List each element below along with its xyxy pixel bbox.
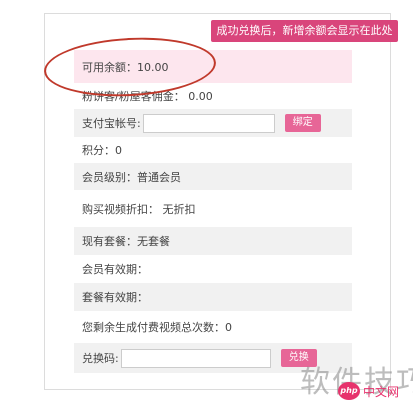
points-text: 积分：0 [82,144,122,157]
bind-button[interactable]: 绑定 [284,114,321,132]
plan-validity-text: 套餐有效期： [82,291,148,304]
alipay-label: 支付宝帐号: [82,117,141,130]
redeem-label: 兑换码: [82,352,119,365]
plan-validity-row: 套餐有效期： [74,283,352,311]
alipay-input[interactable] [142,113,275,133]
member-level-row: 会员级别：普通会员 [74,163,352,190]
current-plan-text: 现有套餐：无套餐 [82,235,170,248]
video-discount-text: 购买视频折扣： 无折扣 [82,202,196,216]
remaining-count-text: 您剩余生成付费视频总次数：0 [82,321,232,334]
video-discount-row: 购买视频折扣： 无折扣 [74,190,352,227]
watermark-logo: php 中文网 [338,380,413,402]
tooltip-banner: 成功兑换后，新增余额会显示在此处 [211,20,398,42]
alipay-row: 支付宝帐号: 绑定 [74,109,352,137]
redeem-input[interactable] [120,348,271,368]
points-row: 积分：0 [74,137,352,163]
watermark-site: 中文网 [363,384,400,399]
current-plan-row: 现有套餐：无套餐 [74,227,352,255]
remaining-count-row: 您剩余生成付费视频总次数：0 [74,311,352,343]
member-validity-row: 会员有效期： [74,255,352,283]
php-logo-icon: php [338,382,360,400]
member-level-text: 会员级别：普通会员 [82,170,181,184]
member-validity-text: 会员有效期： [82,263,148,276]
